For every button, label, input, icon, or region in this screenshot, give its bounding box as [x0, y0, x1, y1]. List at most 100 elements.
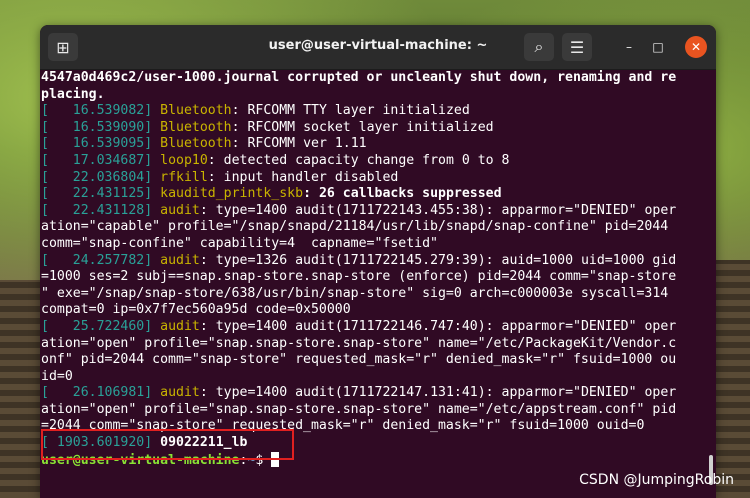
log-bracket-close: ] — [144, 169, 161, 185]
log-pad — [49, 319, 73, 334]
terminal-line: id=0 — [41, 369, 705, 386]
minimize-icon: – — [626, 40, 632, 54]
title-bar[interactable]: ⊞ user@user-virtual-machine: ~ ⌕ ☰ – □ ✕ — [40, 25, 716, 70]
log-facility: kauditd_printk_skb — [160, 186, 304, 202]
line-text: 4547a0d469c2/user-1000.journal corrupted… — [41, 70, 677, 85]
log-facility: Bluetooth — [160, 136, 232, 152]
log-pad — [49, 153, 73, 168]
log-bracket-open: [ — [41, 103, 49, 119]
terminal-line: compat=0 ip=0x7f7ec560a95d code=0x50000 — [41, 302, 705, 319]
terminal-line: [ 22.431125] kauditd_printk_skb: 26 call… — [41, 186, 705, 203]
maximize-icon: □ — [652, 40, 664, 54]
log-pad — [49, 186, 73, 201]
terminal-line: [ 22.431128] audit: type=1400 audit(1711… — [41, 203, 705, 220]
log-pad — [49, 136, 73, 151]
line-text: ation="open" profile="snap.snap-store.sn… — [41, 401, 677, 417]
log-timestamp: 26.106981 — [72, 385, 145, 401]
log-bracket-close: ] — [144, 318, 161, 334]
maximize-button[interactable]: □ — [647, 36, 669, 58]
log-pad — [49, 203, 73, 218]
log-facility: audit — [160, 252, 200, 268]
terminal-line: [ 17.034687] loop10: detected capacity c… — [41, 153, 705, 170]
log-timestamp: 22.431125 — [72, 186, 145, 202]
menu-button[interactable]: ☰ — [562, 33, 592, 61]
log-facility: rfkill — [160, 169, 208, 185]
log-bracket-open: [ — [41, 119, 49, 135]
log-bracket-close: ] — [144, 119, 161, 135]
log-message: : RFCOMM socket layer initialized — [231, 119, 494, 135]
line-text: " exe="/snap/snap-store/638/usr/bin/snap… — [41, 285, 669, 301]
line-text: onf" pid=2044 comm="snap-store" requeste… — [41, 352, 677, 368]
terminal-line: comm="snap-confine" capability=4 capname… — [41, 236, 705, 253]
line-text: comm="snap-confine" capability=4 capname… — [41, 235, 438, 251]
terminal-line: ation="capable" profile="/snap/snapd/211… — [41, 219, 705, 236]
log-bracket-close: ] — [144, 252, 161, 268]
terminal-line: ation="open" profile="snap.snap-store.sn… — [41, 336, 705, 353]
terminal-line: [ 16.539095] Bluetooth: RFCOMM ver 1.11 — [41, 136, 705, 153]
log-message: : type=1400 audit(1711722146.747:40): ap… — [199, 318, 677, 334]
terminal-window: ⊞ user@user-virtual-machine: ~ ⌕ ☰ – □ ✕… — [40, 25, 716, 498]
terminal-line: placing. — [41, 87, 705, 104]
log-timestamp: 22.036804 — [72, 169, 145, 185]
log-bracket-open: [ — [41, 252, 49, 268]
terminal-line: onf" pid=2044 comm="snap-store" requeste… — [41, 352, 705, 369]
line-text: ation="capable" profile="/snap/snapd/211… — [41, 219, 669, 235]
log-timestamp: 24.257782 — [72, 252, 145, 268]
log-message: : 26 callbacks suppressed — [303, 186, 502, 202]
line-text: placing. — [41, 86, 105, 102]
log-pad — [49, 103, 73, 118]
log-facility: audit — [160, 385, 200, 401]
terminal-line: [ 25.722460] audit: type=1400 audit(1711… — [41, 319, 705, 336]
terminal-line: [ 24.257782] audit: type=1326 audit(1711… — [41, 253, 705, 270]
log-bracket-open: [ — [41, 318, 49, 334]
log-facility: audit — [160, 318, 200, 334]
line-text: =1000 ses=2 subj==snap.snap-store.snap-s… — [41, 269, 677, 285]
log-message: : type=1400 audit(1711722143.455:38): ap… — [199, 202, 677, 218]
log-pad — [49, 120, 73, 135]
log-facility: Bluetooth — [160, 119, 232, 135]
terminal-line: " exe="/snap/snap-store/638/usr/bin/snap… — [41, 286, 705, 303]
log-bracket-close: ] — [144, 186, 161, 202]
log-timestamp: 16.539082 — [72, 103, 145, 119]
log-bracket-open: [ — [41, 136, 49, 152]
minimize-button[interactable]: – — [618, 36, 640, 58]
log-timestamp: 22.431128 — [72, 202, 145, 218]
terminal-line: ation="open" profile="snap.snap-store.sn… — [41, 402, 705, 419]
line-text: ation="open" profile="snap.snap-store.sn… — [41, 335, 677, 351]
log-bracket-open: [ — [41, 152, 49, 168]
log-pad — [49, 253, 73, 268]
line-text: compat=0 ip=0x7f7ec560a95d code=0x50000 — [41, 302, 351, 318]
terminal-line: [ 16.539090] Bluetooth: RFCOMM socket la… — [41, 120, 705, 137]
watermark: CSDN @JumpingRobin — [579, 472, 734, 488]
hamburger-icon: ☰ — [569, 37, 585, 57]
log-bracket-open: [ — [41, 385, 49, 401]
log-message: : type=1400 audit(1711722147.131:41): ap… — [199, 385, 677, 401]
log-message: : RFCOMM TTY layer initialized — [231, 103, 470, 119]
log-bracket-close: ] — [144, 136, 161, 152]
search-button[interactable]: ⌕ — [524, 33, 554, 61]
log-bracket-close: ] — [144, 202, 161, 218]
log-message: : input handler disabled — [207, 169, 399, 185]
terminal-line: [ 22.036804] rfkill: input handler disab… — [41, 170, 705, 187]
log-bracket-close: ] — [144, 103, 161, 119]
log-timestamp: 25.722460 — [72, 318, 145, 334]
log-timestamp: 16.539095 — [72, 136, 145, 152]
log-timestamp: 16.539090 — [72, 119, 145, 135]
log-bracket-open: [ — [41, 186, 49, 202]
log-message: : detected capacity change from 0 to 8 — [207, 152, 510, 168]
log-pad — [49, 385, 73, 400]
log-facility: audit — [160, 202, 200, 218]
highlight-annotation-box — [41, 429, 294, 460]
close-button[interactable]: ✕ — [685, 36, 707, 58]
log-facility: Bluetooth — [160, 103, 232, 119]
window-title: user@user-virtual-machine: ~ — [268, 38, 488, 53]
log-bracket-open: [ — [41, 202, 49, 218]
terminal-line: =1000 ses=2 subj==snap.snap-store.snap-s… — [41, 269, 705, 286]
log-timestamp: 17.034687 — [72, 152, 145, 168]
log-bracket-close: ] — [144, 152, 161, 168]
log-facility: loop10 — [160, 152, 208, 168]
search-icon: ⌕ — [534, 37, 544, 56]
wallpaper-bridge-right — [714, 260, 750, 498]
log-bracket-close: ] — [144, 385, 161, 401]
terminal-line: [ 26.106981] audit: type=1400 audit(1711… — [41, 385, 705, 402]
